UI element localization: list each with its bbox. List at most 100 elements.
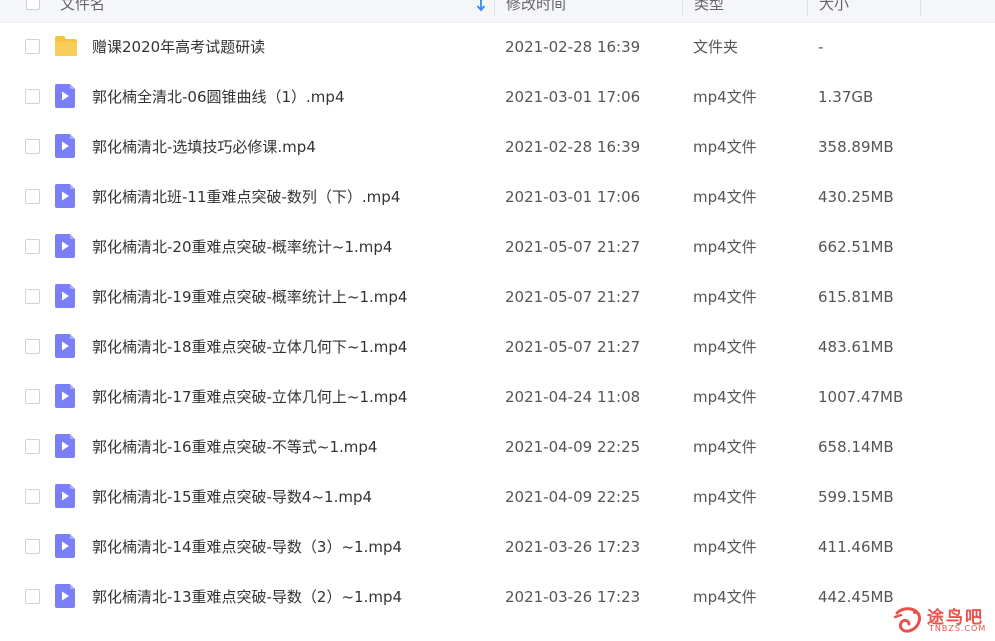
file-size: 599.15MB xyxy=(818,488,894,506)
row-checkbox[interactable] xyxy=(25,439,40,454)
modified-time: 2021-02-28 16:39 xyxy=(505,38,641,56)
modified-time: 2021-03-01 17:06 xyxy=(505,188,641,206)
file-size: 411.46MB xyxy=(818,538,894,556)
table-row[interactable]: 郭化楠全清北-06圆锥曲线（1）.mp4 2021-03-01 17:06 mp4文… xyxy=(8,72,988,122)
file-name[interactable]: 郭化楠清北-选填技巧必修课.mp4 xyxy=(92,122,316,172)
table-row[interactable]: 郭化楠清北班-11重难点突破-数列（下）.mp4 2021-03-01 17:06… xyxy=(8,172,988,222)
file-name[interactable]: 郭化楠清北-19重难点突破-概率统计上~1.mp4 xyxy=(92,272,407,322)
column-header-time-label: 修改时间 xyxy=(506,0,567,13)
row-checkbox[interactable] xyxy=(25,189,40,204)
file-name[interactable]: 郭化楠全清北-06圆锥曲线（1）.mp4 xyxy=(92,72,345,122)
table-row[interactable]: 郭化楠清北-14重难点突破-导数（3）~1.mp4 2021-03-26 17:2… xyxy=(8,522,988,572)
modified-time: 2021-02-28 16:39 xyxy=(505,138,641,156)
folder-icon xyxy=(55,36,77,56)
video-file-icon xyxy=(55,234,75,258)
column-divider[interactable] xyxy=(682,0,683,16)
file-size: 430.25MB xyxy=(818,188,894,206)
file-list-view: 文件名 修改时间 类型 大小 赠课2020年高考试题研读 2021-02-28 1… xyxy=(0,0,995,641)
file-type: 文件夹 xyxy=(693,38,739,56)
modified-time: 2021-05-07 21:27 xyxy=(505,238,641,256)
file-type: mp4文件 xyxy=(693,438,757,456)
video-file-icon xyxy=(55,434,75,458)
file-type: mp4文件 xyxy=(693,238,757,256)
column-divider[interactable] xyxy=(494,0,495,16)
file-name[interactable]: 郭化楠清北-14重难点突破-导数（3）~1.mp4 xyxy=(92,522,402,572)
modified-time: 2021-04-24 11:08 xyxy=(505,388,641,406)
file-type: mp4文件 xyxy=(693,88,757,106)
file-size: 358.89MB xyxy=(818,138,894,156)
file-type: mp4文件 xyxy=(693,188,757,206)
table-row[interactable]: 郭化楠清北-选填技巧必修课.mp4 2021-02-28 16:39 mp4文件 35… xyxy=(8,122,988,172)
file-size: 658.14MB xyxy=(818,438,894,456)
table-row[interactable]: 郭化楠清北-15重难点突破-导数4~1.mp4 2021-04-09 22:25 m… xyxy=(8,472,988,522)
row-checkbox[interactable] xyxy=(25,139,40,154)
file-name[interactable]: 郭化楠清北-16重难点突破-不等式~1.mp4 xyxy=(92,422,377,472)
row-checkbox[interactable] xyxy=(25,339,40,354)
file-size: 662.51MB xyxy=(818,238,894,256)
table-row[interactable]: 郭化楠清北-17重难点突破-立体几何上~1.mp4 2021-04-24 11:0… xyxy=(8,372,988,422)
modified-time: 2021-04-09 22:25 xyxy=(505,438,641,456)
table-row[interactable]: 郭化楠清北-18重难点突破-立体几何下~1.mp4 2021-05-07 21:2… xyxy=(8,322,988,372)
video-file-icon xyxy=(55,534,75,558)
video-file-icon xyxy=(55,334,75,358)
file-size: 1007.47MB xyxy=(818,388,904,406)
row-checkbox[interactable] xyxy=(25,289,40,304)
video-file-icon xyxy=(55,384,75,408)
file-type: mp4文件 xyxy=(693,588,757,606)
column-header-time[interactable]: 修改时间 xyxy=(496,0,676,22)
column-header-size-label: 大小 xyxy=(819,0,850,13)
file-name[interactable]: 郭化楠清北-13重难点突破-导数（2）~1.mp4 xyxy=(92,572,402,622)
column-header-name-label: 文件名 xyxy=(60,0,106,13)
column-divider[interactable] xyxy=(920,0,921,16)
video-file-icon xyxy=(55,184,75,208)
watermark-url: TNBZS.COM xyxy=(929,624,987,633)
column-header-type-label: 类型 xyxy=(694,0,725,13)
column-header-name[interactable]: 文件名 xyxy=(50,0,480,22)
sort-desc-icon[interactable] xyxy=(476,0,486,12)
row-checkbox[interactable] xyxy=(25,89,40,104)
modified-time: 2021-03-01 17:06 xyxy=(505,88,641,106)
table-row[interactable]: 郭化楠清北-16重难点突破-不等式~1.mp4 2021-04-09 22:25 m… xyxy=(8,422,988,472)
modified-time: 2021-04-09 22:25 xyxy=(505,488,641,506)
file-name[interactable]: 郭化楠清北班-11重难点突破-数列（下）.mp4 xyxy=(92,172,400,222)
table-row[interactable]: 郭化楠清北-19重难点突破-概率统计上~1.mp4 2021-05-07 21:2… xyxy=(8,272,988,322)
table-row[interactable]: 郭化楠清北-20重难点突破-概率统计~1.mp4 2021-05-07 21:27… xyxy=(8,222,988,272)
column-header-size[interactable]: 大小 xyxy=(809,0,919,22)
row-checkbox[interactable] xyxy=(25,489,40,504)
column-divider[interactable] xyxy=(807,0,808,16)
table-row[interactable]: 赠课2020年高考试题研读 2021-02-28 16:39 文件夹 - xyxy=(8,22,988,72)
file-name[interactable]: 赠课2020年高考试题研读 xyxy=(92,22,265,72)
file-size: - xyxy=(818,38,824,56)
modified-time: 2021-03-26 17:23 xyxy=(505,538,641,556)
video-file-icon xyxy=(55,284,75,308)
file-type: mp4文件 xyxy=(693,388,757,406)
file-type: mp4文件 xyxy=(693,488,757,506)
watermark-logo: 途鸟吧 TNBZS.COM xyxy=(893,603,989,637)
file-size: 1.37GB xyxy=(818,88,874,106)
video-file-icon xyxy=(55,84,75,108)
file-name[interactable]: 郭化楠清北-15重难点突破-导数4~1.mp4 xyxy=(92,472,372,522)
video-file-icon xyxy=(55,134,75,158)
row-checkbox[interactable] xyxy=(25,39,40,54)
file-name[interactable]: 郭化楠清北-18重难点突破-立体几何下~1.mp4 xyxy=(92,322,407,372)
select-all-checkbox[interactable] xyxy=(26,0,40,10)
file-size: 615.81MB xyxy=(818,288,894,306)
file-type: mp4文件 xyxy=(693,288,757,306)
file-name[interactable]: 郭化楠清北-20重难点突破-概率统计~1.mp4 xyxy=(92,222,392,272)
file-type: mp4文件 xyxy=(693,138,757,156)
file-type: mp4文件 xyxy=(693,338,757,356)
row-checkbox[interactable] xyxy=(25,589,40,604)
modified-time: 2021-05-07 21:27 xyxy=(505,288,641,306)
row-checkbox[interactable] xyxy=(25,239,40,254)
modified-time: 2021-05-07 21:27 xyxy=(505,338,641,356)
row-checkbox[interactable] xyxy=(25,539,40,554)
file-size: 442.45MB xyxy=(818,588,894,606)
video-file-icon xyxy=(55,584,75,608)
table-row[interactable]: 郭化楠清北-13重难点突破-导数（2）~1.mp4 2021-03-26 17:2… xyxy=(8,572,988,622)
row-checkbox[interactable] xyxy=(25,389,40,404)
file-size: 483.61MB xyxy=(818,338,894,356)
column-header-type[interactable]: 类型 xyxy=(684,0,804,22)
video-file-icon xyxy=(55,484,75,508)
file-name[interactable]: 郭化楠清北-17重难点突破-立体几何上~1.mp4 xyxy=(92,372,407,422)
modified-time: 2021-03-26 17:23 xyxy=(505,588,641,606)
